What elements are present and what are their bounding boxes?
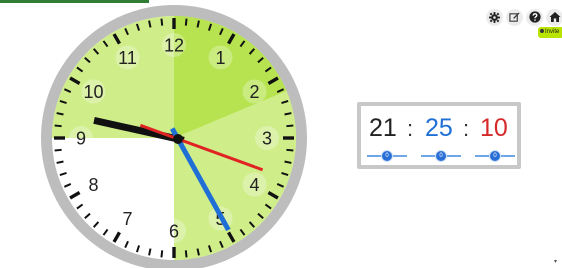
center-pin xyxy=(173,134,183,144)
clock-number-1: 1 xyxy=(215,48,225,68)
separator-1: : xyxy=(407,116,414,141)
sector-upper-left xyxy=(52,16,174,138)
help-icon xyxy=(528,11,541,23)
user-icon xyxy=(540,29,544,34)
settings-button[interactable] xyxy=(486,8,503,26)
minute-tick xyxy=(184,18,188,26)
minute-tick xyxy=(54,124,62,128)
clock-number-9: 9 xyxy=(76,129,86,149)
digital-minutes: 25 xyxy=(425,114,453,142)
clock-number-8: 8 xyxy=(88,175,98,195)
minute-tick xyxy=(184,250,188,258)
home-button[interactable] xyxy=(546,8,562,26)
minute-tick xyxy=(286,124,294,128)
minute-tick xyxy=(196,248,200,256)
digital-seconds: 10 xyxy=(480,114,508,142)
clock-number-7: 7 xyxy=(122,209,132,229)
digital-clock: 21 : 25 : 10 0 0 0 xyxy=(357,102,521,169)
help-button[interactable] xyxy=(526,8,543,26)
minute-tick xyxy=(148,248,152,256)
minute-tick xyxy=(148,20,152,28)
clock-number-11: 11 xyxy=(118,48,137,68)
minute-tick xyxy=(56,112,64,116)
home-icon xyxy=(549,12,560,22)
analog-clock[interactable]: 121234567891011 xyxy=(0,0,350,268)
minute-tick xyxy=(160,250,164,258)
separator-2: : xyxy=(463,116,470,141)
minute-tick xyxy=(286,148,294,152)
minute-tick xyxy=(284,112,292,116)
minute-tick xyxy=(56,160,64,164)
edit-button[interactable] xyxy=(506,8,523,26)
minutes-slider-knob[interactable]: 0 xyxy=(436,151,446,161)
clock-number-4: 4 xyxy=(250,175,260,195)
toolbar xyxy=(486,8,562,26)
invite-label: Invite xyxy=(545,29,560,35)
seconds-slider-knob[interactable]: 0 xyxy=(490,151,500,161)
minute-tick xyxy=(196,20,200,28)
digital-hours: 21 xyxy=(369,114,397,142)
edit-icon xyxy=(509,11,520,22)
clock-number-2: 2 xyxy=(250,82,260,102)
invite-button[interactable]: Invite xyxy=(538,27,562,38)
gear-icon xyxy=(489,11,500,23)
clock-number-6: 6 xyxy=(169,222,179,242)
clock-number-3: 3 xyxy=(262,129,272,149)
minute-tick xyxy=(284,160,292,164)
minute-tick xyxy=(160,18,164,26)
corner-arrow-icon: ▾ xyxy=(554,259,558,265)
minute-tick xyxy=(54,148,62,152)
clock-number-10: 10 xyxy=(83,82,103,102)
seconds-slider[interactable]: 0 xyxy=(475,151,515,161)
hours-slider[interactable]: 0 xyxy=(367,151,407,161)
clock-number-12: 12 xyxy=(164,36,184,56)
hours-slider-knob[interactable]: 0 xyxy=(382,151,392,161)
minutes-slider[interactable]: 0 xyxy=(421,151,461,161)
